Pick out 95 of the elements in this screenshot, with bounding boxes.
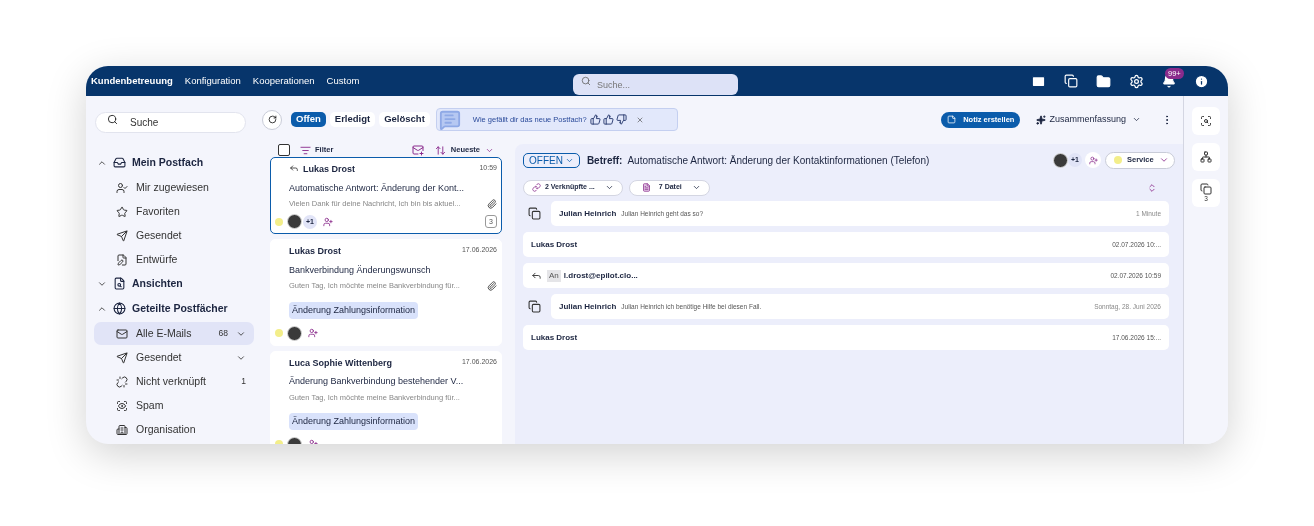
scan-search-icon bbox=[1200, 115, 1212, 127]
item-count: 68 bbox=[218, 327, 228, 340]
sparkles-icon bbox=[1036, 114, 1047, 125]
author-name: Lukas Drost bbox=[531, 238, 579, 251]
author-name: Julian Heinrich bbox=[559, 207, 617, 220]
add-user-icon bbox=[1088, 155, 1098, 165]
filter-icon bbox=[300, 144, 311, 156]
nav-link[interactable]: Kundenbetreuung bbox=[91, 73, 173, 89]
avatar bbox=[1053, 152, 1068, 168]
search-icon bbox=[581, 76, 591, 86]
unlink-icon bbox=[116, 375, 128, 388]
status-dropdown[interactable]: OFFEN bbox=[523, 152, 580, 168]
item-count: 1 bbox=[241, 375, 246, 388]
sidebar-item[interactable]: Favoriten bbox=[94, 200, 254, 223]
thumbs-up-icon[interactable] bbox=[602, 114, 614, 125]
tag-chip: Änderung Zahlungsinformation bbox=[289, 412, 419, 431]
user-check-icon bbox=[116, 181, 128, 194]
link-icon bbox=[532, 183, 541, 192]
refresh-icon bbox=[267, 115, 277, 124]
subject-text: Automatische Antwort: Änderung der Kontaktinformationen (Telefon) bbox=[627, 153, 930, 168]
email-subject: Bankverbindung Änderungswunsch bbox=[288, 263, 432, 277]
chevron-down-icon bbox=[1132, 115, 1141, 124]
file-search-icon bbox=[113, 277, 126, 290]
search-icon bbox=[107, 114, 118, 125]
chevron-down-icon bbox=[604, 183, 614, 192]
sender-name: Luca Sophie Wittenberg bbox=[289, 356, 393, 370]
close-icon[interactable] bbox=[635, 115, 644, 124]
expand-collapse-icon[interactable] bbox=[1147, 181, 1157, 194]
thumbs-down-icon[interactable] bbox=[615, 114, 627, 125]
sender-name: Lukas Drost bbox=[303, 163, 356, 176]
file-icon bbox=[641, 183, 651, 192]
chevron-down-icon bbox=[1158, 155, 1169, 165]
folder-icon[interactable] bbox=[1096, 73, 1111, 89]
send-icon bbox=[116, 351, 128, 364]
status-tab[interactable]: Erledigt bbox=[329, 112, 376, 127]
note-icon bbox=[528, 300, 541, 313]
nav-link[interactable]: Custom bbox=[326, 73, 360, 89]
sort-icon bbox=[434, 144, 446, 156]
sidebar-section[interactable]: Mein Postfach bbox=[94, 150, 254, 175]
reply-icon bbox=[289, 163, 299, 173]
avatar bbox=[287, 214, 302, 230]
note-icon bbox=[947, 115, 957, 124]
sidebar-item[interactable]: Organisation bbox=[94, 418, 254, 441]
building-icon bbox=[116, 423, 128, 436]
note-icon bbox=[528, 207, 541, 220]
spam-icon bbox=[116, 399, 128, 412]
refresh-button[interactable] bbox=[262, 109, 282, 130]
sidebar-item[interactable]: Entwürfe bbox=[94, 248, 254, 271]
sidebar-item[interactable]: Spam bbox=[94, 394, 254, 417]
nav-link[interactable]: Kooperationen bbox=[252, 73, 315, 89]
sidebar-section[interactable]: Ansichten bbox=[94, 271, 254, 296]
send-icon bbox=[116, 229, 128, 242]
tag-chip: Änderung Zahlungsinformation bbox=[289, 301, 419, 319]
network-icon bbox=[1200, 151, 1212, 163]
copy-icon bbox=[1200, 183, 1212, 195]
info-icon[interactable] bbox=[1194, 73, 1209, 89]
sidebar-item[interactable]: Nicht verknüpft 1 bbox=[94, 370, 254, 393]
paperclip-icon bbox=[487, 280, 497, 291]
mail-plus-icon[interactable] bbox=[411, 144, 424, 156]
sidebar-item[interactable]: Gesendet bbox=[94, 224, 254, 247]
nav-link[interactable]: Konfiguration bbox=[184, 73, 241, 89]
author-name: Lukas Drost bbox=[531, 331, 579, 344]
search-field[interactable]: Suche bbox=[95, 112, 246, 133]
draft-icon bbox=[116, 253, 128, 266]
globe-icon bbox=[113, 302, 126, 315]
status-tab[interactable]: Offen bbox=[291, 112, 326, 127]
settings-icon[interactable] bbox=[1129, 73, 1144, 89]
star-icon bbox=[116, 205, 128, 218]
select-all-checkbox[interactable] bbox=[278, 144, 290, 156]
thumbs-up-icon[interactable] bbox=[589, 114, 601, 125]
recipient-address: l.drost@epilot.clo... bbox=[563, 269, 639, 282]
side-panel-button[interactable] bbox=[1192, 143, 1220, 171]
sidebar-section[interactable]: Geteilte Postfächer bbox=[94, 296, 254, 321]
side-panel-button[interactable] bbox=[1192, 107, 1220, 135]
status-tab[interactable]: Gelöscht bbox=[379, 112, 430, 127]
paperclip-icon bbox=[487, 198, 497, 209]
email-subject: Änderung Bankverbindung bestehender V... bbox=[288, 375, 465, 388]
search-field[interactable]: Suche... bbox=[573, 74, 738, 95]
email-subject: Automatische Antwort: Änderung der Kont... bbox=[288, 181, 466, 195]
reply-icon bbox=[531, 270, 542, 281]
avatar bbox=[287, 325, 302, 341]
author-name: Julian Heinrich bbox=[559, 300, 617, 313]
add-user-icon[interactable] bbox=[323, 216, 333, 227]
sidebar-item[interactable]: Gesendet bbox=[94, 346, 254, 369]
recipient-label: An bbox=[547, 269, 561, 282]
add-user-icon[interactable] bbox=[308, 328, 318, 338]
chevron-down-icon bbox=[691, 183, 701, 192]
sidebar-item[interactable]: Mir zugewiesen bbox=[94, 176, 254, 199]
inbox-icon bbox=[113, 156, 126, 169]
copy-icon[interactable] bbox=[1064, 74, 1078, 88]
sender-name: Lukas Drost bbox=[289, 245, 342, 259]
subject-label: Betreff: bbox=[586, 153, 623, 168]
add-user-button[interactable] bbox=[1085, 152, 1101, 168]
sidebar-item[interactable]: Alle E-Mails 68 bbox=[94, 322, 254, 345]
summary-button[interactable]: Zusammenfassung bbox=[1036, 111, 1141, 128]
